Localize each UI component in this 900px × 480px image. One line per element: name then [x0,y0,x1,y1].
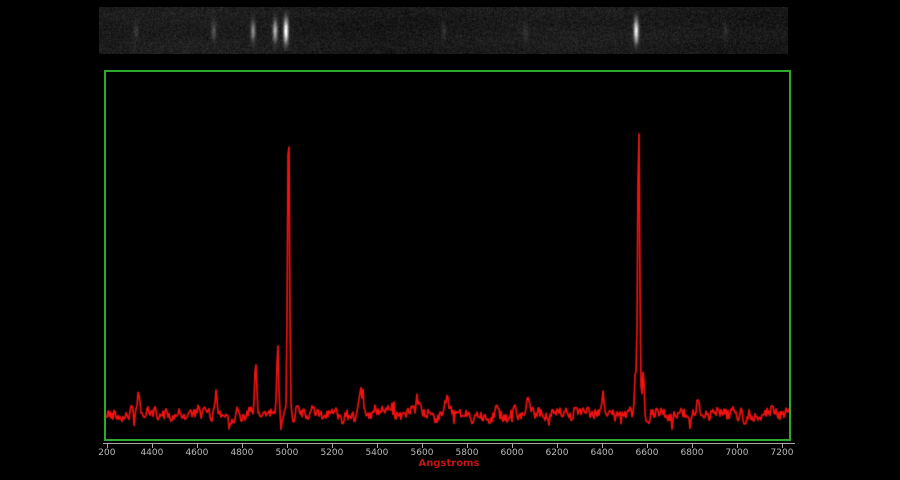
x-axis-title: Angstroms [103,458,795,469]
x-tick-label: 200 [98,448,115,458]
x-tick-label: 5800 [456,448,479,458]
x-tick-label: 6800 [681,448,704,458]
spectroscopy-display-window: 200 4400 4600 4800 5000 5200 5400 5600 5800 6000 6… [0,0,900,480]
spectrum-plot-frame [104,70,791,441]
x-tick-label: 6400 [591,448,614,458]
x-tick-label: 6200 [546,448,569,458]
x-tick-label: 5400 [365,448,388,458]
x-tick-label: 5600 [411,448,434,458]
x-tick-label: 7000 [726,448,749,458]
x-tick-label: 6600 [636,448,659,458]
x-tick-label: 4600 [185,448,208,458]
x-tick-label: 7200 [771,448,794,458]
spectrum-plot-canvas [106,72,789,439]
x-tick-label: 4800 [230,448,253,458]
x-tick-label: 5200 [320,448,343,458]
x-tick-label: 6000 [501,448,524,458]
2d-spectrum-strip-image [99,7,788,54]
x-tick-label: 4400 [140,448,163,458]
x-tick-label: 5000 [275,448,298,458]
